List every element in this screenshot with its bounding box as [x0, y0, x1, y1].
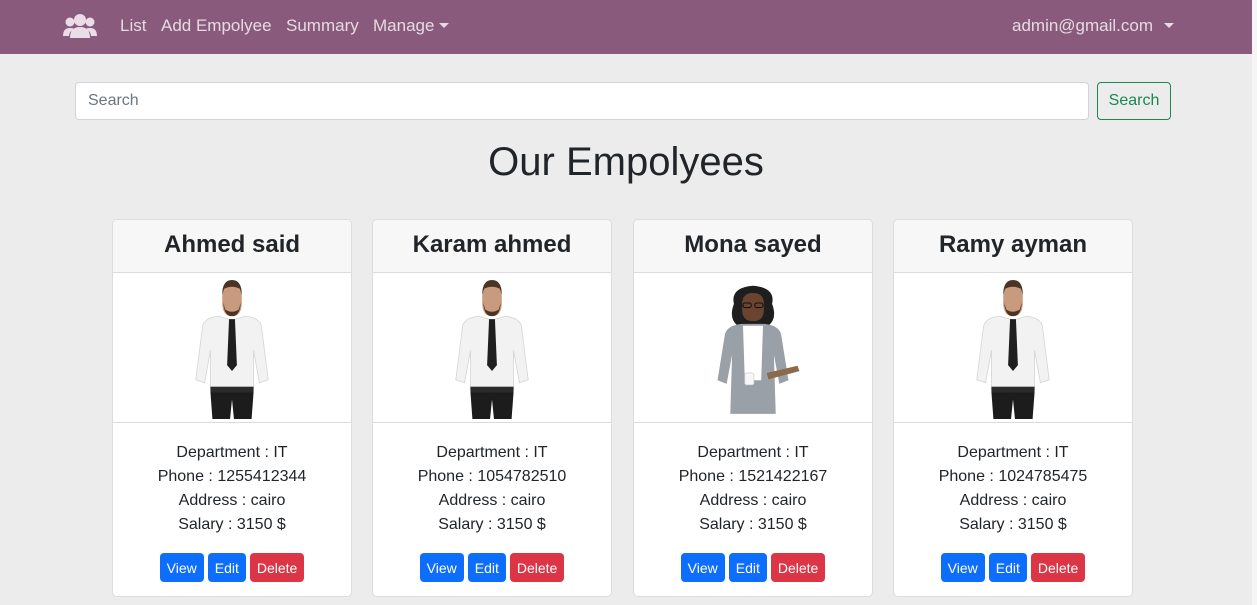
- address-value: cairo: [250, 492, 286, 509]
- employee-name: Karam ahmed: [373, 220, 611, 273]
- employee-photo: [634, 273, 872, 423]
- chevron-down-icon: [1164, 23, 1175, 28]
- salary-value: 3150 $: [757, 516, 807, 533]
- salary-label: Salary :: [178, 516, 237, 533]
- view-button[interactable]: View: [419, 553, 464, 582]
- search-button[interactable]: Search: [1097, 82, 1171, 120]
- edit-button[interactable]: Edit: [728, 553, 767, 582]
- manage-label: Manage: [373, 16, 435, 35]
- employee-name: Ramy ayman: [894, 220, 1132, 273]
- department-value: IT: [533, 444, 548, 461]
- phone-label: Phone :: [417, 468, 478, 485]
- salary-line: Salary : 3150 $: [113, 513, 351, 537]
- male-employee-photo: [182, 277, 282, 419]
- edit-button[interactable]: Edit: [988, 553, 1027, 582]
- department-label: Department :: [436, 444, 534, 461]
- employee-photo: [894, 273, 1132, 423]
- address-line: Address : cairo: [373, 489, 611, 513]
- department-line: Department : IT: [113, 441, 351, 465]
- salary-line: Salary : 3150 $: [373, 513, 611, 537]
- view-button[interactable]: View: [680, 553, 725, 582]
- edit-button[interactable]: Edit: [207, 553, 246, 582]
- employee-card: Ramy ayman Department : IT Phone : 1024785…: [893, 219, 1133, 597]
- department-value: IT: [273, 444, 288, 461]
- nav-dropdown-manage[interactable]: Manage: [373, 16, 450, 36]
- employee-details: Department : IT Phone : 1521422167 Address…: [634, 423, 872, 582]
- department-line: Department : IT: [373, 441, 611, 465]
- phone-line: Phone : 1054782510: [373, 465, 611, 489]
- address-label: Address :: [178, 492, 251, 509]
- address-line: Address : cairo: [113, 489, 351, 513]
- department-line: Department : IT: [894, 441, 1132, 465]
- salary-value: 3150 $: [496, 516, 546, 533]
- salary-value: 3150 $: [1017, 516, 1067, 533]
- phone-value: 1521422167: [738, 468, 828, 485]
- phone-label: Phone :: [157, 468, 218, 485]
- phone-line: Phone : 1255412344: [113, 465, 351, 489]
- nav-link-summary[interactable]: Summary: [286, 16, 359, 36]
- address-line: Address : cairo: [894, 489, 1132, 513]
- chevron-down-icon: [439, 23, 450, 28]
- employee-card: Ahmed said Department : IT Phone : 1255412…: [112, 219, 352, 597]
- edit-button[interactable]: Edit: [467, 553, 506, 582]
- address-label: Address :: [438, 492, 511, 509]
- department-line: Department : IT: [634, 441, 872, 465]
- employee-details: Department : IT Phone : 1255412344 Address…: [113, 423, 351, 582]
- employee-name: Mona sayed: [634, 220, 872, 273]
- address-value: cairo: [771, 492, 807, 509]
- department-label: Department :: [697, 444, 795, 461]
- card-actions: View Edit Delete: [894, 553, 1132, 582]
- department-value: IT: [794, 444, 809, 461]
- salary-label: Salary :: [438, 516, 497, 533]
- user-menu-dropdown[interactable]: admin@gmail.com: [1012, 16, 1175, 36]
- department-label: Department :: [176, 444, 274, 461]
- phone-value: 1054782510: [477, 468, 567, 485]
- card-actions: View Edit Delete: [113, 553, 351, 582]
- scrollbar[interactable]: [1252, 0, 1257, 605]
- view-button[interactable]: View: [940, 553, 985, 582]
- employee-photo: [113, 273, 351, 423]
- top-navbar: List Add Empolyee Summary Manage admin@g…: [0, 0, 1252, 54]
- address-value: cairo: [510, 492, 546, 509]
- male-employee-photo: [963, 277, 1063, 419]
- phone-value: 1024785475: [998, 468, 1088, 485]
- employee-name: Ahmed said: [113, 220, 351, 273]
- phone-value: 1255412344: [217, 468, 307, 485]
- salary-label: Salary :: [699, 516, 758, 533]
- male-employee-photo: [442, 277, 542, 419]
- phone-line: Phone : 1024785475: [894, 465, 1132, 489]
- employee-photo: [373, 273, 611, 423]
- department-value: IT: [1054, 444, 1069, 461]
- phone-label: Phone :: [678, 468, 739, 485]
- delete-button[interactable]: Delete: [249, 553, 305, 582]
- address-label: Address :: [959, 492, 1032, 509]
- employee-details: Department : IT Phone : 1054782510 Address…: [373, 423, 611, 582]
- users-icon[interactable]: [63, 11, 97, 41]
- salary-value: 3150 $: [236, 516, 286, 533]
- view-button[interactable]: View: [159, 553, 204, 582]
- delete-button[interactable]: Delete: [770, 553, 826, 582]
- female-employee-photo: [703, 277, 803, 419]
- nav-link-list[interactable]: List: [120, 16, 146, 36]
- employee-card: Mona sayed Department : IT Phone : 1521422…: [633, 219, 873, 597]
- salary-line: Salary : 3150 $: [894, 513, 1132, 537]
- card-actions: View Edit Delete: [373, 553, 611, 582]
- page-title: Our Empolyees: [488, 140, 764, 184]
- user-email: admin@gmail.com: [1012, 16, 1154, 35]
- address-line: Address : cairo: [634, 489, 872, 513]
- address-label: Address :: [699, 492, 772, 509]
- phone-label: Phone :: [938, 468, 999, 485]
- employee-details: Department : IT Phone : 1024785475 Address…: [894, 423, 1132, 582]
- salary-label: Salary :: [959, 516, 1018, 533]
- nav-link-add-employee[interactable]: Add Empolyee: [161, 16, 272, 36]
- search-input[interactable]: [75, 82, 1089, 120]
- salary-line: Salary : 3150 $: [634, 513, 872, 537]
- delete-button[interactable]: Delete: [1030, 553, 1086, 582]
- card-actions: View Edit Delete: [634, 553, 872, 582]
- phone-line: Phone : 1521422167: [634, 465, 872, 489]
- address-value: cairo: [1031, 492, 1067, 509]
- department-label: Department :: [957, 444, 1055, 461]
- employee-card: Karam ahmed Department : IT Phone : 105478…: [372, 219, 612, 597]
- delete-button[interactable]: Delete: [509, 553, 565, 582]
